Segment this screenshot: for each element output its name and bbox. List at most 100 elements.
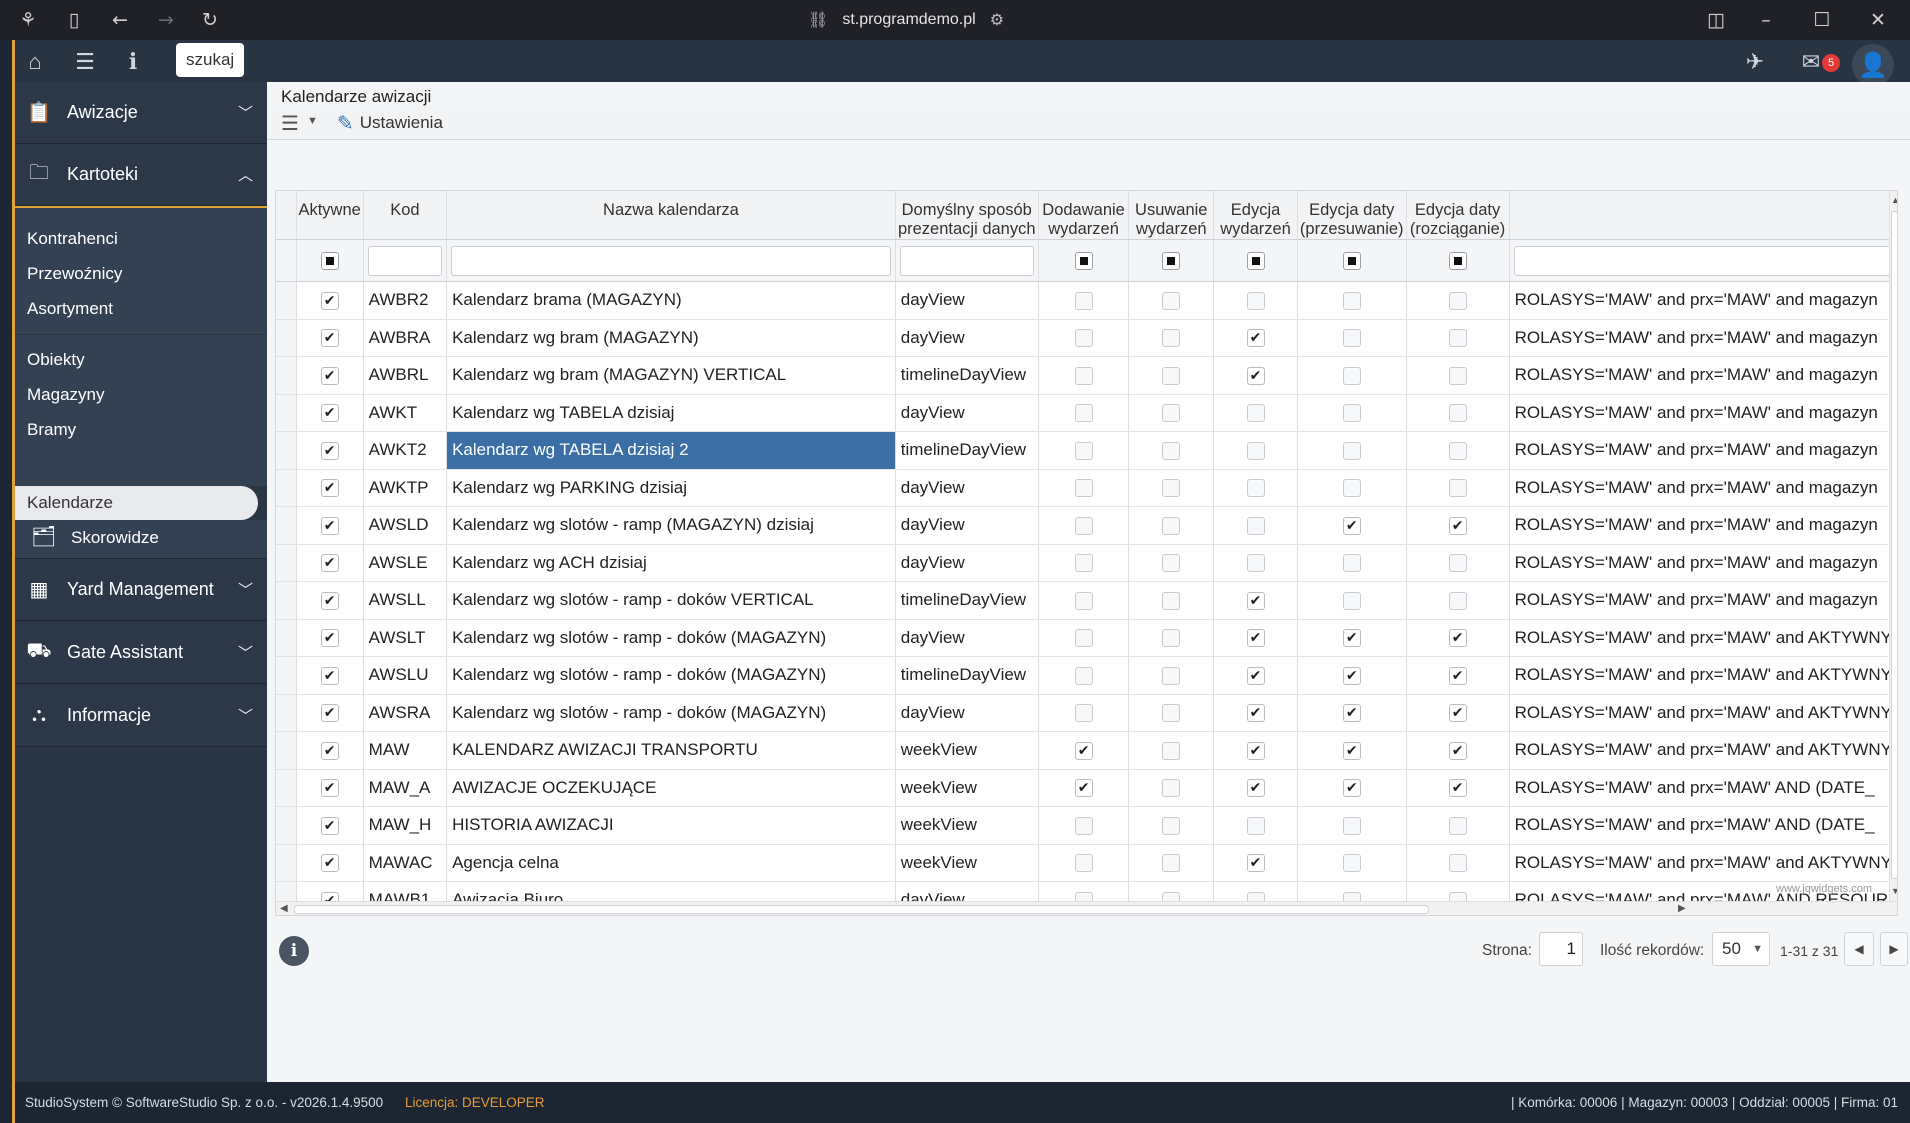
checkbox[interactable]: [1342, 441, 1361, 460]
cell-filtr[interactable]: ROLASYS='MAW' and prx='MAW' and magazyn: [1509, 281, 1897, 320]
checkbox[interactable]: ✔: [320, 291, 339, 310]
checkbox[interactable]: [1162, 666, 1181, 685]
cell-aktywne[interactable]: ✔: [296, 469, 364, 507]
cell-widok[interactable]: dayView: [895, 506, 1039, 545]
cell-roz[interactable]: [1406, 394, 1510, 432]
table-row[interactable]: ✔ AWSLL Kalendarz wg slotów - ramp - doków…: [276, 581, 1897, 620]
filter-checkbox[interactable]: [1074, 252, 1093, 271]
checkbox[interactable]: [1342, 854, 1361, 873]
cell-usu[interactable]: [1128, 844, 1215, 882]
address-bar[interactable]: ⛓ st.programdemo.pl ⚙: [808, 7, 1004, 33]
cell-edy[interactable]: ✔: [1213, 694, 1298, 732]
cell-nazwa[interactable]: Kalendarz wg ACH dzisiaj: [446, 544, 896, 582]
checkbox[interactable]: [1074, 366, 1093, 385]
checkbox[interactable]: [1246, 816, 1265, 835]
sidebar-group-kartoteki[interactable]: 🗀 Kartoteki ︿: [15, 144, 267, 206]
cell-edy[interactable]: ✔: [1213, 619, 1298, 657]
cell-aktywne[interactable]: ✔: [296, 694, 364, 732]
cell-prz[interactable]: [1297, 356, 1407, 395]
cell-dod[interactable]: [1038, 844, 1130, 882]
cell-aktywne[interactable]: ✔: [296, 319, 364, 357]
cell-filtr[interactable]: ROLASYS='MAW' and prx='MAW' and magazyn: [1509, 394, 1897, 432]
collapse-menu-icon[interactable]: ☰: [71, 48, 99, 76]
cell-widok[interactable]: weekView: [895, 769, 1039, 807]
column-header-dodawanie[interactable]: Dodawanie wydarzeń: [1038, 191, 1130, 240]
cell-kod[interactable]: MAWB1: [363, 881, 448, 901]
sidebar-group-awizacje[interactable]: 📋 Awizacje ﹀: [15, 82, 267, 144]
cell-edy[interactable]: ✔: [1213, 581, 1298, 620]
column-header-nazwa[interactable]: Nazwa kalendarza: [446, 191, 896, 240]
cell-widok[interactable]: dayView: [895, 881, 1039, 901]
cell-kod[interactable]: AWKT: [363, 394, 448, 432]
table-row[interactable]: ✔ AWKT2 Kalendarz wg TABELA dzisiaj 2 timel…: [276, 431, 1897, 470]
cell-dod[interactable]: [1038, 806, 1130, 845]
checkbox[interactable]: ✔: [320, 366, 339, 385]
cell-aktywne[interactable]: ✔: [296, 656, 364, 695]
table-row[interactable]: ✔ MAW KALENDARZ AWIZACJI TRANSPORTU weekVie…: [276, 731, 1897, 770]
cell-prz[interactable]: [1297, 469, 1407, 507]
cell-prz[interactable]: [1297, 581, 1407, 620]
cell-filtr[interactable]: ROLASYS='MAW' and prx='MAW' and magazyn: [1509, 356, 1897, 395]
checkbox[interactable]: [1448, 291, 1467, 310]
cell-nazwa[interactable]: Kalendarz brama (MAGAZYN): [446, 281, 896, 320]
cell-nazwa[interactable]: Kalendarz wg slotów - ramp - doków VERTI…: [446, 581, 896, 620]
checkbox[interactable]: [1342, 816, 1361, 835]
cell-filtr[interactable]: ROLASYS='MAW' and prx='MAW' and AKTYWNY: [1509, 731, 1897, 770]
checkbox[interactable]: ✔: [320, 404, 339, 423]
cell-nazwa[interactable]: AWIZACJE OCZEKUJĄCE: [446, 769, 896, 807]
checkbox[interactable]: ✔: [1342, 741, 1361, 760]
checkbox[interactable]: [1162, 404, 1181, 423]
cell-nazwa[interactable]: Kalendarz wg bram (MAGAZYN) VERTICAL: [446, 356, 896, 395]
settings-button[interactable]: ✎ Ustawienia: [337, 110, 443, 136]
cell-edy[interactable]: ✔: [1213, 769, 1298, 807]
table-row[interactable]: ✔ AWBRL Kalendarz wg bram (MAGAZYN) VERTIC…: [276, 356, 1897, 395]
cell-dod[interactable]: [1038, 544, 1130, 582]
cell-aktywne[interactable]: ✔: [296, 356, 364, 395]
checkbox[interactable]: ✔: [320, 516, 339, 535]
checkbox[interactable]: [1342, 591, 1361, 610]
checkbox[interactable]: ✔: [1448, 516, 1467, 535]
checkbox[interactable]: ✔: [1246, 629, 1265, 648]
cell-filtr[interactable]: ROLASYS='MAW' and prx='MAW' and magazyn: [1509, 581, 1897, 620]
info-circle-icon[interactable]: i: [279, 936, 309, 966]
checkbox[interactable]: [1162, 854, 1181, 873]
cell-widok[interactable]: weekView: [895, 844, 1039, 882]
cell-edy[interactable]: ✔: [1213, 319, 1298, 357]
checkbox[interactable]: ✔: [1448, 666, 1467, 685]
table-row[interactable]: ✔ AWBRA Kalendarz wg bram (MAGAZYN) dayView…: [276, 319, 1897, 357]
checkbox[interactable]: ✔: [1246, 591, 1265, 610]
cell-filtr[interactable]: ROLASYS='MAW' and prx='MAW' and AKTYWNY: [1509, 844, 1897, 882]
prev-page-button[interactable]: ◀: [1844, 932, 1874, 966]
cell-kod[interactable]: AWKT2: [363, 431, 448, 470]
cell-kod[interactable]: AWSRA: [363, 694, 448, 732]
cell-roz[interactable]: ✔: [1406, 694, 1510, 732]
cell-prz[interactable]: [1297, 319, 1407, 357]
filter-input[interactable]: [1513, 245, 1893, 276]
cell-filtr[interactable]: ROLASYS='MAW' and prx='MAW' and AKTYWNY: [1509, 656, 1897, 695]
records-per-page-select[interactable]: 50 ▼: [1712, 932, 1770, 966]
cell-aktywne[interactable]: ✔: [296, 769, 364, 807]
checkbox[interactable]: [1162, 591, 1181, 610]
cell-usu[interactable]: [1128, 431, 1215, 470]
cell-filtr[interactable]: ROLASYS='MAW' and prx='MAW' and AKTYWNY: [1509, 619, 1897, 657]
cell-prz[interactable]: [1297, 806, 1407, 845]
cell-nazwa[interactable]: Kalendarz wg slotów - ramp - doków (MAGA…: [446, 619, 896, 657]
cell-edy[interactable]: [1213, 469, 1298, 507]
cell-nazwa[interactable]: Awizacja Biuro: [446, 881, 896, 901]
checkbox[interactable]: ✔: [320, 441, 339, 460]
cell-kod[interactable]: AWSLE: [363, 544, 448, 582]
scroll-thumb[interactable]: [294, 905, 1429, 914]
cell-widok[interactable]: timelineDayView: [895, 431, 1039, 470]
filter-aktywne[interactable]: [296, 239, 364, 282]
cell-edy[interactable]: ✔: [1213, 656, 1298, 695]
cell-roz[interactable]: [1406, 319, 1510, 357]
cell-edy[interactable]: ✔: [1213, 731, 1298, 770]
cell-roz[interactable]: ✔: [1406, 506, 1510, 545]
cell-prz[interactable]: [1297, 544, 1407, 582]
cell-usu[interactable]: [1128, 619, 1215, 657]
cell-kod[interactable]: MAW_A: [363, 769, 448, 807]
checkbox[interactable]: [1342, 291, 1361, 310]
column-header-przesuwanie[interactable]: Edycja daty (przesuwanie): [1297, 191, 1407, 240]
scroll-up-icon[interactable]: ▲: [1891, 195, 1897, 205]
checkbox[interactable]: [1448, 329, 1467, 348]
